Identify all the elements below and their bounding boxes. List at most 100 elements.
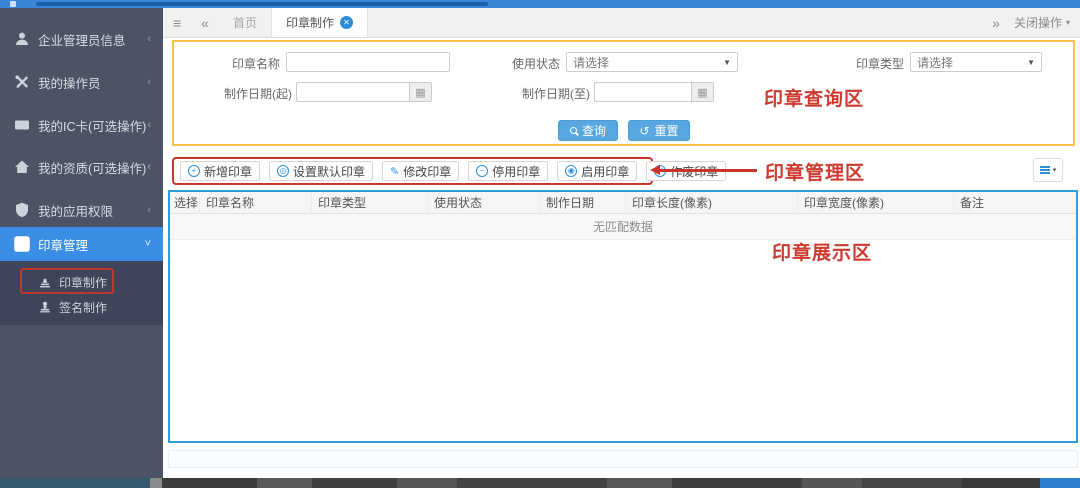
disable-seal-button[interactable]: − 停用印章 [468, 161, 549, 181]
tabs-scroll-left-icon[interactable]: « [191, 8, 219, 37]
button-label: 停用印章 [492, 164, 541, 179]
caret-down-icon: ▼ [723, 57, 731, 67]
reset-button[interactable]: ↺ 重置 [628, 120, 690, 141]
taskbar-segment [162, 478, 257, 488]
search-button[interactable]: 查询 [558, 120, 618, 141]
enable-seal-button[interactable]: ◉ 启用印章 [557, 161, 638, 181]
table-options-button[interactable]: ▾ [1033, 158, 1063, 182]
calendar-icon[interactable]: ▦ [409, 83, 431, 101]
button-label: 设置默认印章 [293, 164, 366, 179]
disable-circle-icon: − [476, 165, 489, 177]
modify-seal-button[interactable]: ✎ 修改印章 [382, 161, 460, 181]
taskbar-segment [397, 478, 457, 488]
sidebar-item-label: 印章管理 [38, 238, 89, 253]
caret-down-icon: ▾ [1052, 167, 1057, 174]
column-header-remarks[interactable]: 备注 [954, 192, 1076, 214]
taskbar-segment [607, 478, 672, 488]
chevron-left-icon: ‹ [147, 161, 151, 173]
usage-status-value: 请选择 [573, 55, 610, 70]
seal-query-section: 印章名称 使用状态 请选择 ▼ 印章类型 请选择 ▼ 制作日期(起) ▦ 制作日… [172, 40, 1075, 146]
column-header-seal-name[interactable]: 印章名称 [200, 191, 312, 214]
sidebar-item-admin-info[interactable]: 企业管理员信息 ‹ [0, 22, 163, 56]
tabs-scroll-right-icon[interactable]: » [982, 15, 1010, 31]
home-icon [14, 159, 30, 175]
chevron-down-icon: ˅ [144, 238, 151, 250]
tab-label: 首页 [232, 16, 257, 30]
seal-type-value: 请选择 [917, 55, 954, 70]
table-header-row: 选择 印章名称 印章类型 使用状态 制作日期 印章长度(像素) 印章宽度(像素)… [170, 191, 1076, 214]
sidebar-subitem-signature-making[interactable]: 签名制作 [0, 295, 163, 319]
chevron-left-icon: ‹ [147, 119, 151, 131]
top-bar [0, 0, 1080, 8]
add-seal-button[interactable]: + 新增印章 [180, 161, 261, 181]
stamp-icon [38, 275, 52, 289]
sidebar-item-operators[interactable]: 我的操作员 ‹ [0, 65, 163, 99]
seal-name-label: 印章名称 [231, 57, 280, 71]
seal-table-section: 选择 印章名称 印章类型 使用状态 制作日期 印章长度(像素) 印章宽度(像素)… [168, 190, 1078, 443]
reset-icon: ↺ [639, 123, 650, 138]
column-header-select[interactable]: 选择 [170, 191, 200, 214]
sidebar-item-label: 企业管理员信息 [38, 33, 126, 48]
enable-circle-icon: ◉ [565, 165, 578, 177]
signature-stamp-icon [38, 300, 52, 314]
seal-manage-icon [14, 236, 30, 252]
sidebar-item-app-permissions[interactable]: 我的应用权限 ‹ [0, 193, 163, 227]
taskbar-segment [1040, 478, 1080, 488]
tab-label: 印章制作 [285, 16, 334, 30]
tab-home[interactable]: 首页 [219, 8, 271, 37]
column-header-seal-width[interactable]: 印章宽度(像素) [798, 191, 954, 214]
search-icon [569, 127, 577, 134]
seal-name-input[interactable] [286, 52, 450, 72]
pagination-strip [168, 450, 1078, 468]
date-to-input[interactable]: ▦ [594, 82, 714, 102]
calendar-icon[interactable]: ▦ [691, 83, 713, 101]
list-columns-icon [1039, 166, 1050, 174]
chevron-left-icon: ‹ [147, 33, 151, 45]
taskbar-fragment [0, 478, 1080, 488]
edit-pencil-icon: ✎ [390, 165, 400, 178]
column-header-seal-length[interactable]: 印章长度(像素) [626, 191, 798, 214]
date-from-input[interactable]: ▦ [296, 82, 432, 102]
sidebar: 企业管理员信息 ‹ 我的操作员 ‹ 我的IC卡(可选操作) ‹ 我的资质(可选操… [0, 8, 163, 478]
button-label: 启用印章 [581, 164, 630, 179]
column-header-make-date[interactable]: 制作日期 [540, 191, 626, 214]
sidebar-item-ic-card[interactable]: 我的IC卡(可选操作) ‹ [0, 108, 163, 142]
set-default-circle-icon: ◎ [277, 165, 290, 177]
top-bar-title-band [36, 2, 488, 6]
hamburger-menu-icon[interactable]: ≡ [163, 8, 191, 37]
sidebar-item-seal-management[interactable]: 印章管理 ˅ [0, 227, 163, 261]
sidebar-subitem-label: 印章制作 [59, 275, 108, 290]
annotation-query-area: 印章查询区 [764, 89, 865, 110]
tab-close-icon[interactable]: ✕ [340, 16, 353, 29]
caret-down-icon: ▼ [1027, 57, 1035, 67]
sidebar-item-qualifications[interactable]: 我的资质(可选操作) ‹ [0, 150, 163, 184]
caret-down-icon: ▾ [1065, 18, 1070, 27]
app-root: 企业管理员信息 ‹ 我的操作员 ‹ 我的IC卡(可选操作) ‹ 我的资质(可选操… [0, 0, 1080, 488]
shield-icon [14, 202, 30, 218]
annotation-display-area: 印章展示区 [772, 243, 873, 264]
sidebar-item-label: 我的资质(可选操作) [38, 161, 147, 176]
app-logo-icon [10, 1, 16, 7]
ic-card-icon [14, 117, 30, 133]
taskbar-segment [312, 478, 397, 488]
sidebar-item-label: 我的应用权限 [38, 204, 114, 219]
taskbar-segment [802, 478, 862, 488]
close-operations-label: 关闭操作 [1013, 16, 1062, 30]
sidebar-item-label: 我的IC卡(可选操作) [38, 119, 147, 134]
sidebar-subitem-label: 签名制作 [59, 300, 108, 315]
taskbar-segment [150, 478, 162, 488]
annotation-management-area: 印章管理区 [765, 163, 866, 184]
taskbar-segment [257, 478, 312, 488]
button-label: 修改印章 [403, 164, 452, 179]
sidebar-item-label: 我的操作员 [38, 76, 101, 91]
seal-type-select[interactable]: 请选择 ▼ [910, 52, 1042, 72]
column-header-seal-type[interactable]: 印章类型 [312, 191, 428, 214]
column-header-usage-status[interactable]: 使用状态 [428, 191, 540, 214]
sidebar-submenu: 印章制作 签名制作 [0, 261, 163, 325]
close-operations-dropdown[interactable]: 关闭操作 ▾ [1014, 14, 1070, 31]
search-button-label: 查询 [581, 124, 606, 138]
tab-seal-making[interactable]: 印章制作 ✕ [270, 8, 368, 37]
set-default-seal-button[interactable]: ◎ 设置默认印章 [269, 161, 374, 181]
sidebar-subitem-seal-making[interactable]: 印章制作 [0, 270, 163, 294]
usage-status-select[interactable]: 请选择 ▼ [566, 52, 738, 72]
